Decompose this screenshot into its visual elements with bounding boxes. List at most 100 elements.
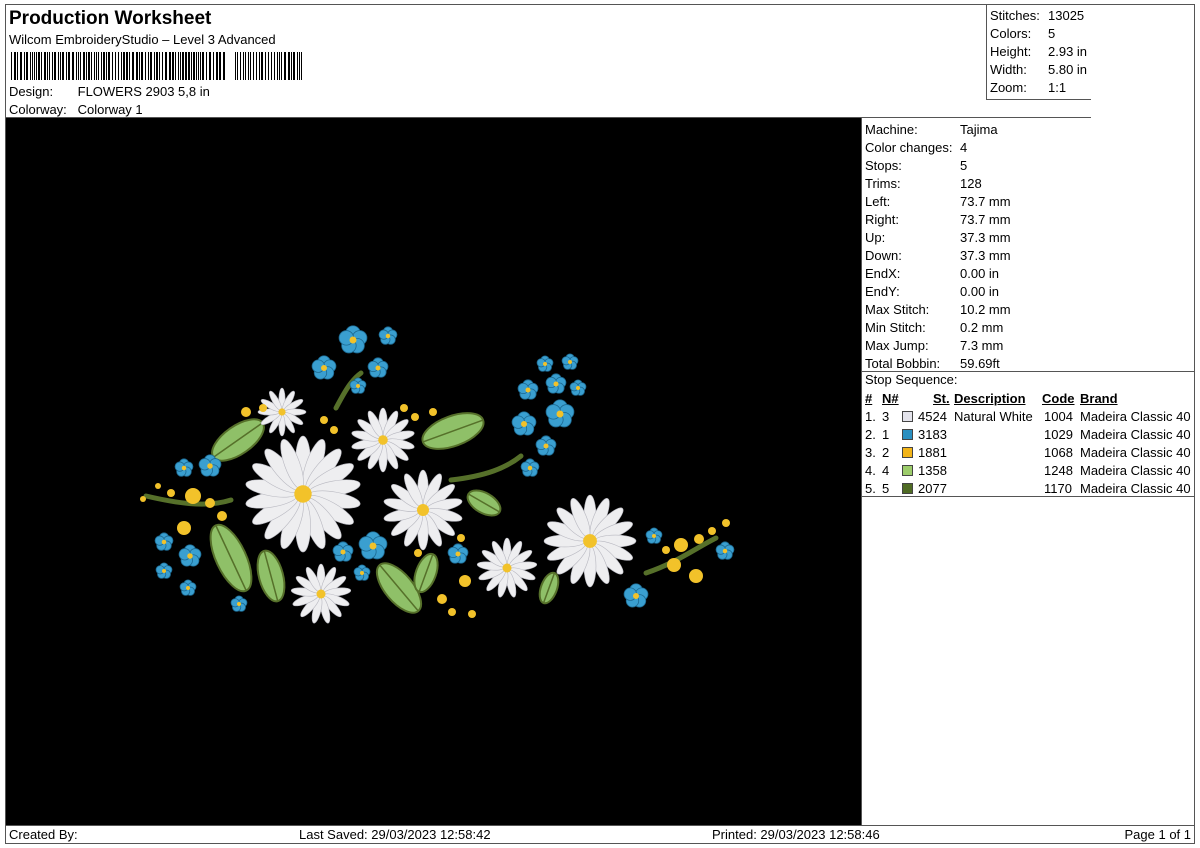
header: Production Worksheet Wilcom EmbroiderySt… <box>6 5 1091 118</box>
forget-me-not-center <box>349 336 357 344</box>
barcode-bar <box>196 52 197 80</box>
forget-me-not-flower <box>230 595 248 612</box>
forget-me-not-center <box>181 465 187 471</box>
barcode-bar <box>178 52 179 80</box>
barcode-bar <box>32 52 33 80</box>
barcode-bar <box>271 52 272 80</box>
barcode-bar <box>115 52 116 80</box>
barcode-bar <box>200 52 201 80</box>
barcode-bar <box>129 52 130 80</box>
stat-label: Colors: <box>990 26 1032 41</box>
last-saved: Last Saved: 29/03/2023 12:58:42 <box>299 827 491 842</box>
barcode-bar <box>68 52 70 80</box>
forget-me-not-flower <box>545 399 575 428</box>
machine-row: Color changes: 4 <box>865 139 1011 157</box>
machine-label: EndX: <box>865 266 901 281</box>
stop-stitches: 4524 <box>918 409 947 424</box>
stop-brand: Madeira Classic 40 <box>1080 463 1191 478</box>
barcode-bar <box>235 52 236 80</box>
yellow-bead <box>185 488 201 504</box>
barcode-bar <box>191 52 192 80</box>
stat-label: Width: <box>990 62 1027 77</box>
stop-stitches: 1358 <box>918 463 947 478</box>
forget-me-not-center <box>556 410 564 418</box>
machine-row: EndY: 0.00 in <box>865 283 1011 301</box>
stop-index: 4. <box>865 463 876 478</box>
barcode-bar <box>281 52 282 80</box>
stat-row: Height: 2.93 in <box>990 43 1091 61</box>
forget-me-not-center <box>186 586 190 590</box>
barcode-bar <box>24 52 25 80</box>
barcode-bar <box>185 52 187 80</box>
barcode-bar <box>91 52 92 80</box>
forget-me-not-center <box>553 381 559 387</box>
yellow-bead <box>674 538 688 552</box>
forget-me-not-center <box>360 571 364 575</box>
barcode-bar <box>198 52 199 80</box>
barcode-bar <box>121 52 122 80</box>
forget-me-not-flower <box>623 583 649 608</box>
daisy-flower <box>543 494 637 588</box>
machine-value: 73.7 mm <box>960 194 1011 209</box>
barcode-bar <box>175 52 176 80</box>
barcode-bar <box>58 52 59 80</box>
info-panel: Machine: Tajima Color changes: 4 Stops: 5 Trim… <box>861 118 1195 825</box>
forget-me-not-flower <box>536 355 554 372</box>
barcode-bar <box>118 52 119 80</box>
header-brand: Brand <box>1080 391 1118 406</box>
yellow-bead <box>167 489 175 497</box>
machine-value: 0.00 in <box>960 284 1000 299</box>
barcode-bar <box>193 52 195 80</box>
forget-me-not-center <box>576 386 580 390</box>
leaf-shape <box>538 571 560 605</box>
stop-needle: 2 <box>882 445 890 460</box>
machine-label: Up: <box>865 230 886 245</box>
barcode-bar <box>108 52 110 80</box>
stat-row: Colors: 5 <box>990 25 1091 43</box>
barcode-bar <box>94 52 95 80</box>
forget-me-not-center <box>633 593 639 599</box>
forget-me-not-flower <box>520 458 540 477</box>
machine-row: Min Stitch: 0.2 mm <box>865 319 1011 337</box>
header-code: Code <box>1042 391 1075 406</box>
forget-me-not-center <box>722 548 728 554</box>
machine-value: 37.3 mm <box>960 230 1011 245</box>
stat-label: Zoom: <box>990 80 1027 95</box>
barcode-bar <box>154 52 155 80</box>
leaf-shape <box>209 523 253 593</box>
header-description: Description <box>954 391 1026 406</box>
forget-me-not-center <box>652 534 656 538</box>
worksheet-frame: Production Worksheet Wilcom EmbroiderySt… <box>5 4 1195 844</box>
barcode-bar <box>265 52 266 80</box>
barcode-bar <box>126 52 128 80</box>
stop-brand: Madeira Classic 40 <box>1080 427 1191 442</box>
barcode-bar <box>209 52 211 80</box>
barcode-bar <box>17 52 18 80</box>
forget-me-not-center <box>356 384 360 388</box>
yellow-bead <box>217 511 227 521</box>
barcode-bar <box>66 52 67 80</box>
stat-value: 5.80 in <box>1048 62 1088 77</box>
forget-me-not-center <box>321 365 327 371</box>
barcode-bar <box>86 52 87 80</box>
machine-label: Right: <box>865 212 899 227</box>
daisy-center <box>294 485 312 503</box>
stop-needle: 1 <box>882 427 890 442</box>
machine-row: Up: 37.3 mm <box>865 229 1011 247</box>
forget-me-not-center <box>207 463 213 469</box>
forget-me-not-flower <box>179 579 197 596</box>
barcode-bar <box>141 52 143 80</box>
stop-index: 1. <box>865 409 876 424</box>
yellow-bead <box>411 413 419 421</box>
forget-me-not-flower <box>154 532 174 551</box>
design-row: Design: FLOWERS 2903 5,8 in <box>9 84 210 99</box>
machine-value: 128 <box>960 176 982 191</box>
daisy-center <box>316 589 326 599</box>
barcode-bar <box>172 52 174 80</box>
barcode-bar <box>162 52 163 80</box>
page-title: Production Worksheet <box>9 8 212 29</box>
stat-value: 13025 <box>1048 8 1085 23</box>
forget-me-not-flower <box>353 564 371 581</box>
barcode-bar <box>145 52 146 80</box>
machine-row: Stops: 5 <box>865 157 1011 175</box>
